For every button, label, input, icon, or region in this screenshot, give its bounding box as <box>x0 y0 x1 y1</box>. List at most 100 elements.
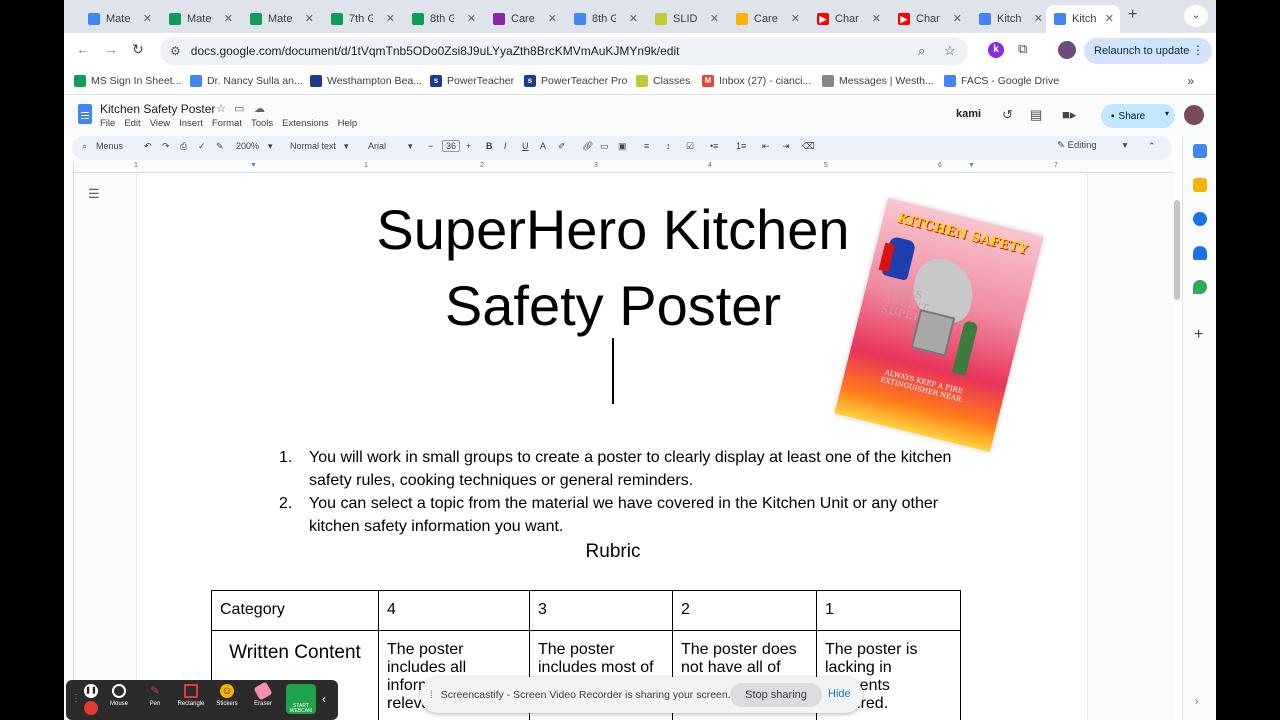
menu-help[interactable]: Help <box>338 118 358 129</box>
forward-icon[interactable]: → <box>104 41 118 57</box>
bookmark-item[interactable]: FACS - Google Drive <box>944 75 1059 87</box>
text-color-icon[interactable]: A <box>540 141 546 151</box>
docs-logo-icon[interactable] <box>78 104 92 124</box>
hide-button[interactable]: Hide <box>828 688 851 700</box>
menu-tools[interactable]: Tools <box>251 118 273 129</box>
document-outline-icon[interactable]: ☰ <box>88 186 100 202</box>
drag-handle-icon[interactable]: ⁞ <box>430 690 433 701</box>
close-icon[interactable]: ✕ <box>224 12 233 25</box>
paint-format-icon[interactable]: ✎ <box>216 141 224 152</box>
bookmark-star-icon[interactable]: ☆ <box>944 43 956 59</box>
close-icon[interactable]: ✕ <box>791 12 800 25</box>
stickers-tool[interactable]: ☺ Stickers <box>212 684 242 707</box>
table-header-cell[interactable]: Category <box>211 590 379 631</box>
close-icon[interactable]: ✕ <box>710 12 719 25</box>
decrease-size-icon[interactable]: − <box>428 141 433 151</box>
browser-tab[interactable]: Mate ✕ <box>242 5 320 33</box>
zoom-icon[interactable]: ⌕ <box>918 43 925 59</box>
line-spacing-icon[interactable]: ↕ <box>666 141 671 151</box>
extensions-icon[interactable]: ⧉ <box>1018 41 1027 57</box>
vertical-scrollbar[interactable] <box>1174 200 1180 300</box>
bookmark-item[interactable]: M Inbox (27) - cianci... <box>702 75 811 87</box>
move-folder-icon[interactable]: ▭ <box>234 102 244 115</box>
profile-avatar[interactable] <box>1058 41 1076 59</box>
browser-tab-active[interactable]: Kitch ✕ <box>1046 5 1120 33</box>
tasks-icon[interactable] <box>1193 212 1207 226</box>
browser-tab[interactable]: SLIDI✕ <box>647 5 725 33</box>
browser-tab[interactable]: ▶ Char ✕ <box>890 5 968 33</box>
decrease-indent-icon[interactable]: ⇤ <box>762 141 770 152</box>
close-icon[interactable]: ✕ <box>548 12 557 25</box>
share-button[interactable]: ▪ Share ▾ <box>1101 104 1175 128</box>
increase-size-icon[interactable]: + <box>466 141 471 151</box>
align-icon[interactable]: ≡ <box>644 141 649 151</box>
menu-edit[interactable]: Edit <box>124 118 140 129</box>
font-size-input[interactable]: 36 <box>442 140 461 152</box>
chevron-right-icon[interactable]: › <box>1195 696 1198 707</box>
site-info-icon[interactable]: ⚙ <box>170 44 181 58</box>
indent-marker-icon[interactable]: ▼ <box>250 162 257 169</box>
drag-handle-icon[interactable]: ⋮ <box>71 693 81 704</box>
back-icon[interactable]: ← <box>76 41 90 57</box>
browser-tab[interactable]: Mate ✕ <box>161 5 239 33</box>
chevron-down-icon[interactable]: ▾ <box>268 141 273 152</box>
close-icon[interactable]: ✕ <box>629 12 638 25</box>
menu-file[interactable]: File <box>100 118 115 129</box>
menu-format[interactable]: Format <box>212 118 242 129</box>
chevron-down-icon[interactable]: ▾ <box>1165 109 1169 118</box>
document-page[interactable]: SuperHero Kitchen Safety Poster KITCHEN … <box>136 174 1088 720</box>
comments-icon[interactable]: ▤ <box>1030 107 1042 123</box>
zoom-select[interactable]: 200% <box>236 141 259 151</box>
kami-button[interactable]: kami <box>956 108 981 120</box>
browser-tab[interactable]: 8th G ✕ <box>566 5 644 33</box>
spellcheck-icon[interactable]: ✓ <box>198 141 206 152</box>
document-title[interactable]: Kitchen Safety Poster <box>100 102 215 116</box>
bookmark-item[interactable]: Westhampton Bea... <box>310 75 422 87</box>
instructions-list[interactable]: 1. You will work in small groups to creat… <box>279 446 979 538</box>
link-icon[interactable]: 🔗︎ <box>582 141 593 152</box>
highlight-icon[interactable]: ✐ <box>558 141 566 152</box>
new-tab-button[interactable]: + <box>1128 6 1137 24</box>
redo-icon[interactable]: ↷ <box>162 141 170 152</box>
tab-search-button[interactable]: ⌄ <box>1184 5 1208 27</box>
table-header-cell[interactable]: 1 <box>816 590 961 631</box>
pen-tool[interactable]: ✎ Pen <box>140 684 170 707</box>
account-avatar[interactable] <box>1184 105 1204 125</box>
close-icon[interactable]: ✕ <box>1105 12 1114 25</box>
checklist-icon[interactable]: ☑ <box>686 141 694 152</box>
contacts-icon[interactable] <box>1193 246 1207 260</box>
browser-tab[interactable]: Care ✕ <box>728 5 806 33</box>
close-icon[interactable]: ✕ <box>386 12 395 25</box>
bookmark-item[interactable]: Messages | Westh... <box>822 75 934 87</box>
relaunch-button[interactable]: Relaunch to update ⋮ <box>1084 38 1212 64</box>
mouse-tool[interactable]: Mouse <box>104 684 134 707</box>
increase-indent-icon[interactable]: ⇥ <box>782 141 790 152</box>
print-icon[interactable]: ⎙ <box>180 141 187 152</box>
bookmark-item[interactable]: Classes <box>636 75 690 87</box>
version-history-icon[interactable]: ↺ <box>1002 107 1013 123</box>
browser-tab[interactable]: Care ✕ <box>485 5 563 33</box>
close-icon[interactable]: ✕ <box>953 12 962 25</box>
table-header-cell[interactable]: 3 <box>529 590 673 631</box>
bookmark-item[interactable]: Dr. Nancy Sulla an... <box>190 75 303 87</box>
horizontal-ruler[interactable]: 1 ▼ 1 2 3 4 5 6 ▼ 7 <box>64 161 1174 173</box>
vertical-ruler[interactable] <box>64 161 74 720</box>
close-icon[interactable]: ✕ <box>305 12 314 25</box>
bookmark-item[interactable]: s PowerTeacher Pro <box>524 75 627 87</box>
stop-sharing-button[interactable]: Stop sharing <box>730 683 822 707</box>
close-icon[interactable]: ✕ <box>467 12 476 25</box>
table-header-cell[interactable]: 4 <box>378 590 530 631</box>
font-select[interactable]: Arial <box>368 141 386 151</box>
reload-icon[interactable]: ↻ <box>132 41 144 58</box>
pause-icon[interactable]: ❚❚ <box>84 684 98 698</box>
more-bookmarks-icon[interactable]: » <box>1187 74 1194 88</box>
style-select[interactable]: Normal text <box>290 141 336 151</box>
more-icon[interactable]: ⋮ <box>1192 43 1204 57</box>
add-addon-icon[interactable]: + <box>1194 326 1203 344</box>
menu-view[interactable]: View <box>150 118 170 129</box>
maps-icon[interactable] <box>1193 280 1207 294</box>
menu-insert[interactable]: Insert <box>179 118 203 129</box>
close-icon[interactable]: ✕ <box>143 12 152 25</box>
numbered-list-icon[interactable]: 1≡ <box>736 141 746 151</box>
chevron-down-icon[interactable]: ▾ <box>408 141 413 152</box>
